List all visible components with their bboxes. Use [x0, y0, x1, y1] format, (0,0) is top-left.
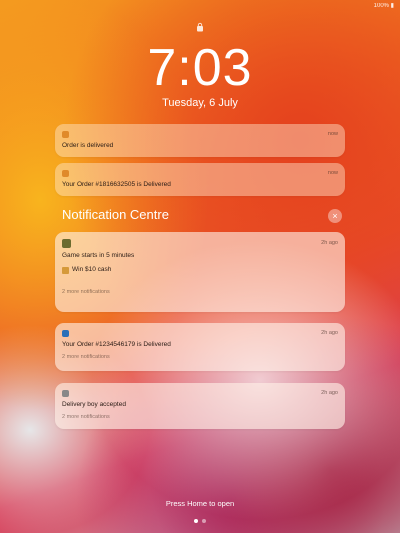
notification-card[interactable]: now Order is delivered [55, 124, 345, 157]
notification-group-footer: 2 more notifications [62, 289, 110, 295]
press-home-hint: Press Home to open [165, 499, 235, 508]
clear-notifications-button[interactable]: × [328, 209, 342, 223]
battery-status: 100% ▮ [373, 3, 394, 9]
notification-line: Delivery boy accepted [62, 401, 126, 408]
notification-group-footer: 2 more notifications [62, 414, 110, 420]
lock-icon [197, 22, 203, 32]
notification-time: now [327, 131, 338, 137]
notification-time: now [327, 170, 338, 176]
app-icon [62, 169, 69, 177]
notification-card[interactable]: now Your Order #1816632505 is Delivered [55, 163, 345, 196]
notification-group-footer: 2 more notifications [62, 354, 110, 360]
page-indicator [0, 519, 400, 523]
notification-centre-title: Notification Centre [62, 207, 169, 222]
notification-body: Your Order #1816632505 is Delivered [62, 181, 171, 188]
close-icon: × [332, 211, 338, 221]
app-icon [62, 329, 69, 337]
notification-line: Game starts in 5 minutes [62, 252, 135, 259]
notification-line: Your Order #1234546179 is Delivered [62, 341, 171, 348]
page-dot [194, 519, 198, 523]
notification-body: Order is delivered [62, 142, 114, 149]
notification-group[interactable]: 2h ago Delivery boy accepted 2 more noti… [55, 383, 345, 429]
lock-icon-wrap [0, 22, 400, 32]
lock-screen-clock: 7:03 [147, 39, 253, 97]
notification-time: 2h ago [321, 390, 338, 396]
app-icon [62, 238, 71, 248]
money-bag-icon [62, 266, 69, 274]
status-bar: 100% ▮ [374, 3, 394, 10]
notification-time: 2h ago [321, 330, 338, 336]
notification-line: Win $10 cash [72, 266, 112, 273]
notification-group[interactable]: 2h ago Your Order #1234546179 is Deliver… [55, 323, 345, 371]
app-icon [62, 389, 69, 397]
page-dot [202, 519, 206, 523]
app-icon [62, 130, 69, 138]
notification-group[interactable]: 2h ago Game starts in 5 minutes Win $10 … [55, 232, 345, 312]
notification-time: 2h ago [321, 240, 338, 246]
lock-screen-date: Tuesday, 6 July [162, 97, 238, 109]
